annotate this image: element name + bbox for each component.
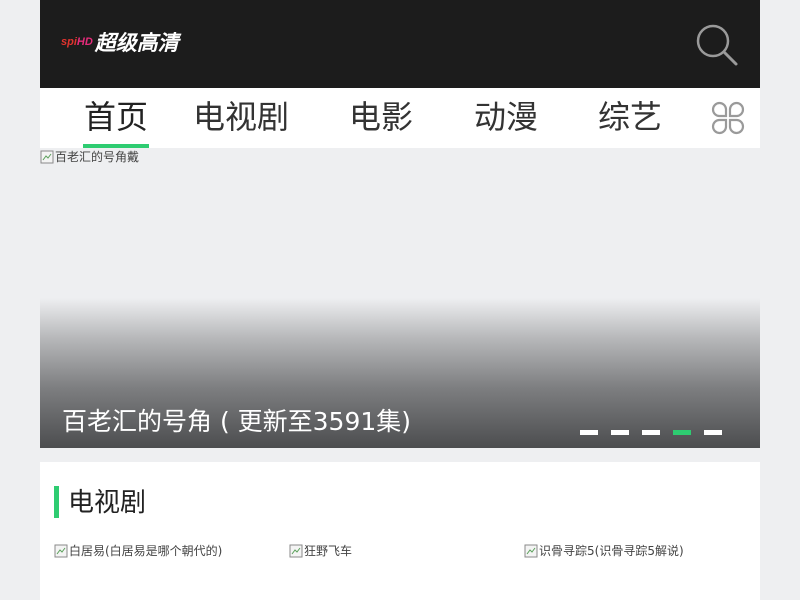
video-card-alt: 识骨寻踪5(识骨寻踪5解说)	[539, 544, 684, 558]
broken-image-icon	[524, 544, 538, 557]
nav-item-movie[interactable]: 电影	[333, 88, 429, 148]
clover-icon	[711, 101, 745, 135]
video-card-alt: 狂野飞车	[304, 544, 353, 558]
nav-item-label: 首页	[83, 98, 148, 136]
logo-spi-text: spi	[61, 36, 77, 48]
banner-image: 百老汇的号角戴	[40, 148, 139, 165]
section-title: 电视剧	[68, 488, 147, 518]
site-logo[interactable]: spi HD 超级高清	[61, 28, 179, 56]
nav-item-variety[interactable]: 综艺	[582, 88, 678, 148]
carousel-pagination	[580, 430, 735, 436]
banner-image-alt: 百老汇的号角戴	[55, 150, 140, 164]
video-card[interactable]: 狂野飞车	[289, 542, 352, 559]
broken-image-icon	[54, 544, 68, 557]
video-card[interactable]: 白居易(白居易是哪个朝代的)	[54, 542, 222, 559]
banner-caption: 百老汇的号角 ( 更新至3591集)	[62, 407, 412, 436]
search-icon	[696, 24, 738, 66]
nav-item-label: 电视剧	[192, 98, 289, 136]
carousel-dot[interactable]	[704, 430, 722, 435]
carousel-dot[interactable]	[611, 430, 629, 435]
nav-item-anime[interactable]: 动漫	[458, 88, 554, 148]
nav-item-tv[interactable]: 电视剧	[183, 88, 299, 148]
header-bar: spi HD 超级高清	[40, 0, 760, 88]
tv-section: 电视剧 白居易(白居易是哪个朝代的) 狂野飞车 识骨寻踪5(识骨寻踪5解说)	[40, 462, 760, 600]
carousel-dot-active[interactable]	[673, 430, 691, 435]
more-categories-button[interactable]	[710, 100, 746, 136]
search-button[interactable]	[694, 22, 740, 68]
nav-item-label: 综艺	[597, 98, 662, 136]
logo-hd-text: HD	[76, 36, 93, 48]
broken-image-icon	[40, 150, 54, 163]
carousel-dot[interactable]	[642, 430, 660, 435]
nav-item-home[interactable]: 首页	[67, 88, 165, 148]
logo-title: 超级高清	[94, 31, 179, 55]
nav-item-label: 电影	[348, 98, 413, 136]
banner-carousel[interactable]: 百老汇的号角戴 百老汇的号角 ( 更新至3591集)	[40, 148, 760, 448]
video-card[interactable]: 识骨寻踪5(识骨寻踪5解说)	[524, 542, 684, 559]
category-nav: 首页 电视剧 电影 动漫 综艺	[40, 88, 760, 148]
section-accent-bar	[54, 486, 59, 518]
video-card-alt: 白居易(白居易是哪个朝代的)	[69, 544, 223, 558]
carousel-dot[interactable]	[580, 430, 598, 435]
nav-item-label: 动漫	[473, 98, 538, 136]
app-container: spi HD 超级高清 首页 电视剧 电影 动漫 综艺 百老汇的号角戴 百老汇的…	[40, 0, 760, 600]
broken-image-icon	[289, 544, 303, 557]
